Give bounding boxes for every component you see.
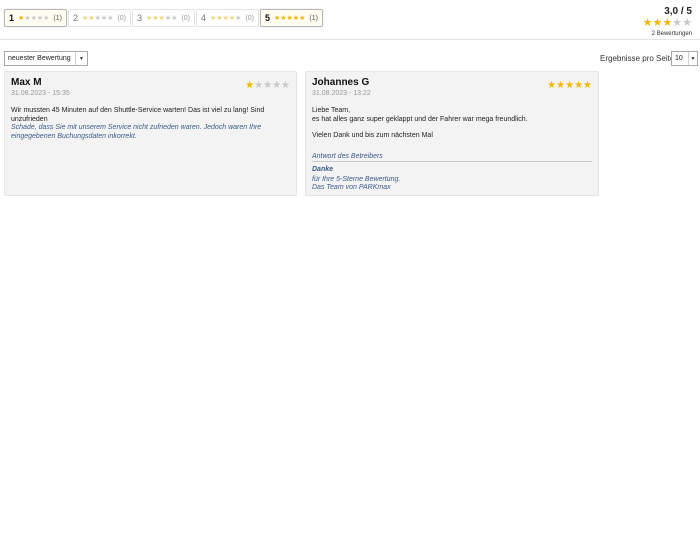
star-icon: ★ — [652, 17, 663, 29]
filter-1-star[interactable]: 1 ★★★★★ (1) — [4, 9, 67, 27]
per-page-value: 10 — [675, 55, 683, 62]
star-icon: ★ — [574, 80, 584, 91]
star-rating-icon: ★★★★★ — [18, 14, 49, 22]
chevron-down-icon: ▼ — [75, 52, 87, 65]
star-rating-icon: ★★★★★ — [274, 14, 305, 22]
star-icon: ★ — [245, 80, 255, 91]
star-icon: ★ — [642, 17, 653, 29]
filter-count: (0) — [245, 14, 254, 22]
owner-reply-line: Das Team von PARKmax — [312, 184, 391, 191]
review-reply: Schade, dass Sie mit unserem Service nic… — [11, 124, 262, 140]
filter-num: 1 — [9, 13, 15, 23]
filter-num: 4 — [200, 13, 206, 23]
star-icon: ★ — [547, 80, 557, 91]
chevron-down-icon: ▼ — [688, 52, 697, 65]
average-stars-icon: ★★★★★ — [643, 18, 692, 29]
review-text-line: Liebe Team, — [312, 107, 351, 114]
star-icon: ★ — [43, 15, 50, 22]
review-text: Liebe Team, es hat alles ganz super gekl… — [312, 107, 592, 124]
sort-value: neuester Bewertung — [8, 55, 71, 62]
filter-num: 5 — [264, 13, 270, 23]
star-icon: ★ — [107, 15, 114, 22]
star-icon: ★ — [171, 15, 178, 22]
review-date: 31.08.2023 - 13:22 — [312, 90, 371, 97]
star-icon: ★ — [254, 80, 264, 91]
star-rating-icon: ★★★★★ — [146, 14, 177, 22]
review-card: Max M 31.08.2023 - 15:35 ★★★★★ Wir musst… — [4, 71, 297, 196]
review-text-line: es hat alles ganz super geklappt und der… — [312, 115, 528, 123]
rating-filter-bar: 1 ★★★★★ (1) 2 ★★★★★ (0) 3 ★★★★★ (0) 4 ★★… — [4, 9, 323, 27]
star-icon: ★ — [263, 80, 273, 91]
filter-2-stars[interactable]: 2 ★★★★★ (0) — [67, 9, 131, 27]
star-icon: ★ — [583, 80, 592, 91]
star-rating-icon: ★★★★★ — [82, 14, 113, 22]
star-icon: ★ — [672, 17, 683, 29]
sort-select[interactable]: neuester Bewertung ▼ — [4, 51, 88, 66]
star-rating-icon: ★★★★★ — [210, 14, 241, 22]
star-icon: ★ — [682, 17, 692, 29]
star-icon: ★ — [281, 80, 290, 91]
star-icon: ★ — [662, 17, 673, 29]
filter-4-stars[interactable]: 4 ★★★★★ (0) — [195, 9, 259, 27]
filter-count: (1) — [309, 14, 318, 22]
per-page-select[interactable]: 10 ▼ — [671, 51, 698, 66]
star-icon: ★ — [272, 80, 282, 91]
star-icon: ★ — [235, 15, 242, 22]
filter-3-stars[interactable]: 3 ★★★★★ (0) — [131, 9, 195, 27]
filter-count: (0) — [181, 14, 190, 22]
review-stars-icon: ★★★★★ — [547, 81, 592, 91]
star-icon: ★ — [556, 80, 566, 91]
filter-num: 2 — [72, 13, 78, 23]
filter-count: (0) — [117, 14, 126, 22]
per-page-label: Ergebnisse pro Seite — [600, 54, 675, 63]
owner-reply-title: Antwort des Betreibers — [312, 153, 592, 162]
filter-count: (1) — [53, 14, 62, 22]
review-text-closing: Vielen Dank und bis zum nächsten Mal — [312, 132, 433, 139]
owner-reply-line: für Ihre 5-Sterne Bewertung. — [312, 175, 401, 183]
review-date: 31.08.2023 - 15:35 — [11, 90, 70, 97]
filter-num: 3 — [136, 13, 142, 23]
average-score: 3,0 / 5 — [664, 6, 692, 17]
filter-5-stars[interactable]: 5 ★★★★★ (1) — [259, 9, 323, 27]
star-icon: ★ — [299, 15, 306, 22]
rating-summary: 3,0 / 5 ★★★★★ 2 Bewertungen — [643, 6, 692, 37]
review-stars-icon: ★★★★★ — [245, 81, 290, 91]
star-icon: ★ — [565, 80, 575, 91]
reviews-count: 2 Bewertungen — [651, 31, 692, 37]
owner-reply-text: für Ihre 5-Sterne Bewertung. Das Team vo… — [312, 176, 592, 193]
owner-reply-heading: Danke — [312, 165, 334, 173]
review-card: Johannes G 31.08.2023 - 13:22 ★★★★★ Lieb… — [305, 71, 599, 196]
divider — [0, 39, 700, 40]
review-text: Wir mussten 45 Minuten auf den Shuttle-S… — [11, 107, 265, 123]
